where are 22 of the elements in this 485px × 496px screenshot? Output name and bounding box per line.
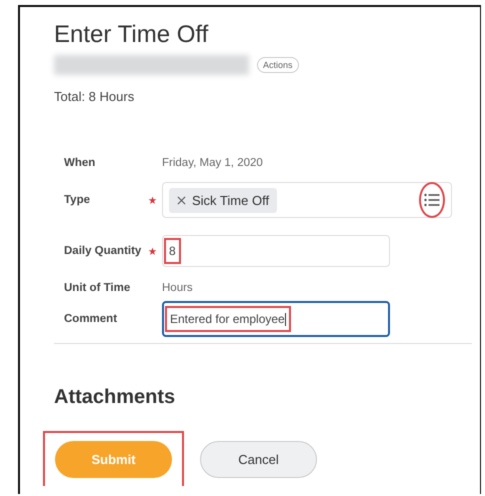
input-field[interactable]: 8 <box>162 235 390 267</box>
field-value: Friday, May 1, 2020 <box>162 157 263 169</box>
field-label: Unit of Time <box>64 282 132 294</box>
field-value: 8 <box>164 238 181 264</box>
cancel-button[interactable]: Cancel <box>200 441 317 478</box>
selected-tag[interactable]: Sick Time Off <box>169 188 278 212</box>
type-field[interactable]: Sick Time Off <box>162 182 452 218</box>
list-button[interactable] <box>419 182 445 218</box>
field-value: Entered for employee <box>165 306 291 332</box>
field-label: Comment <box>64 313 118 325</box>
total-hours: Total: 8 Hours <box>54 89 136 104</box>
list-icon <box>424 193 440 207</box>
section-heading: Attachments <box>54 386 176 409</box>
field-label: Type <box>64 194 91 206</box>
field-label: When <box>64 157 96 169</box>
remove-icon[interactable] <box>177 196 186 204</box>
field-value: Hours <box>162 282 193 294</box>
field-label: Daily Quantity <box>64 245 142 257</box>
page-title: Enter Time Off <box>54 21 210 49</box>
input-field[interactable]: Entered for employee <box>162 301 390 337</box>
tag-label: Sick Time Off <box>192 192 270 208</box>
actions-button[interactable]: Actions <box>257 57 299 73</box>
